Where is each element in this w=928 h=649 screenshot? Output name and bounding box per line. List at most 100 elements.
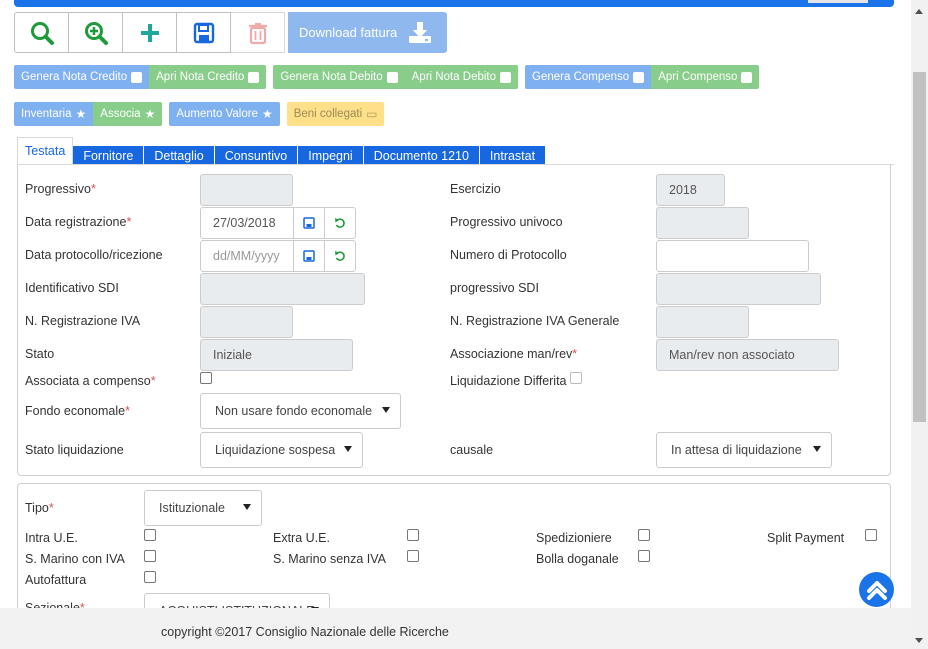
associa-button[interactable]: Associa ★ [93,102,163,126]
data-registrazione-field[interactable]: 27/03/2018 [200,207,294,239]
apri-compenso-button[interactable]: Apri Compenso [651,65,760,89]
s-marino-iva-checkbox[interactable] [144,550,156,562]
progressivo-sdi-field[interactable] [656,273,821,305]
button-label: Genera Nota Debito [280,71,383,83]
tab-consuntivo[interactable]: Consuntivo [214,146,299,165]
genera-compenso-button[interactable]: Genera Compenso [525,65,652,89]
genera-nota-credito-button[interactable]: Genera Nota Credito [14,65,150,89]
undo-icon [335,218,345,228]
stato-liquidazione-select[interactable]: Liquidazione sospesa [200,432,363,468]
n-registrazione-iva-label: N. Registrazione IVA [25,314,141,328]
scroll-up-arrow-icon[interactable] [915,9,923,14]
save-button[interactable] [176,12,231,53]
progressivo-label: Progressivo* [25,182,96,196]
save-icon [303,217,315,229]
plus-square-icon [386,71,398,83]
bolla-doganale-checkbox[interactable] [638,550,650,562]
split-payment-checkbox[interactable] [865,529,877,541]
tipo-select[interactable]: Istituzionale [144,490,262,526]
top-nav-bar [14,0,894,7]
liquidazione-differita-label: Liquidazione Differita [450,374,567,388]
apri-nota-credito-button[interactable]: Apri Nota Credito [149,65,267,89]
caret-down-icon [243,504,251,510]
tab-impegni[interactable]: Impegni [298,146,364,165]
external-link-icon [741,71,753,83]
plus-icon [140,23,159,42]
button-label: Aumento Valore [176,108,258,120]
scroll-down-arrow-icon[interactable] [915,638,923,643]
intra-ue-checkbox[interactable] [144,529,156,541]
zoom-in-icon [84,21,108,45]
button-label: Associa [100,108,141,120]
download-label: Download fattura [299,25,398,40]
caret-down-icon [382,407,390,413]
intra-ue-label: Intra U.E. [25,531,78,545]
beni-collegati-button[interactable]: Beni collegati ▭ [286,102,385,126]
reset-date-button[interactable] [324,240,356,272]
n-registrazione-iva-generale-field[interactable] [656,306,749,338]
apri-nota-debito-button[interactable]: Apri Nota Debito [404,65,519,89]
reset-date-button[interactable] [324,207,356,239]
select-value: Liquidazione sospesa [215,443,336,457]
select-value: Istituzionale [159,501,226,515]
progressivo-univoco-field[interactable] [656,207,749,239]
tab-testata[interactable]: Testata [17,137,74,165]
footer: copyright ©2017 Consiglio Nazionale dell… [0,608,911,649]
page-scrollbar[interactable] [911,0,928,649]
autofattura-label: Autofattura [25,573,87,587]
select-value: In attesa di liquidazione [671,443,802,457]
numero-protocollo-field[interactable] [656,240,809,272]
extra-ue-checkbox[interactable] [407,529,419,541]
genera-nota-debito-button[interactable]: Genera Nota Debito [273,65,405,89]
button-label: Inventaria [21,108,72,120]
calendar-save-button[interactable] [293,240,325,272]
inventaria-button[interactable]: Inventaria ★ [14,102,94,126]
progressivo-field[interactable] [200,174,293,206]
esercizio-field[interactable]: 2018 [656,174,725,206]
tab-intrastat[interactable]: Intrastat [479,146,547,165]
new-button[interactable] [122,12,177,53]
tab-fornitore[interactable]: Fornitore [73,146,145,165]
star-icon: ★ [75,107,87,121]
associazione-label: Associazione man/rev* [450,347,578,361]
data-protocollo-field[interactable]: dd/MM/yyyy [200,240,294,272]
split-payment-label: Split Payment [767,531,845,545]
stato-field[interactable]: Iniziale [200,339,353,371]
external-link-icon [500,71,512,83]
button-label: Genera Compenso [532,71,630,83]
identificativo-sdi-field[interactable] [200,273,365,305]
s-marino-senza-iva-checkbox[interactable] [407,550,419,562]
aumento-valore-button[interactable]: Aumento Valore ★ [169,102,280,126]
data-protocollo-label: Data protocollo/ricezione [25,248,163,262]
data-registrazione-label: Data registrazione* [25,215,132,229]
undo-icon [335,251,345,261]
search-button[interactable] [14,12,69,53]
identificativo-sdi-label: Identificativo SDI [25,281,119,295]
causale-select[interactable]: In attesa di liquidazione [656,432,832,468]
fondo-economale-select[interactable]: Non usare fondo economale [200,393,401,429]
stato-liquidazione-label: Stato liquidazione [25,443,124,457]
download-icon [409,21,432,43]
plus-square-icon [131,71,143,83]
spedizioniere-checkbox[interactable] [638,529,650,541]
autofattura-checkbox[interactable] [144,571,156,583]
zoom-search-button[interactable] [68,12,123,53]
n-registrazione-iva-field[interactable] [200,306,293,338]
stato-label: Stato [25,347,55,361]
button-label: Beni collegati [293,108,363,120]
actions-row-1: Genera Nota Credito Apri Nota Credito Ge… [14,65,766,89]
tab-dettaglio[interactable]: Dettaglio [144,146,215,165]
button-label: Apri Nota Debito [411,71,497,83]
numero-protocollo-label: Numero di Protocollo [450,248,567,262]
calendar-save-button[interactable] [293,207,325,239]
save-icon [303,250,315,262]
fondo-economale-label: Fondo economale* [25,404,130,418]
tab-documento-1210[interactable]: Documento 1210 [363,146,480,165]
liquidazione-differita-checkbox[interactable] [570,372,582,384]
delete-button[interactable] [230,12,285,53]
scroll-to-top-button[interactable] [859,572,894,607]
download-invoice-button[interactable]: Download fattura [288,12,447,53]
scrollbar-thumb[interactable] [913,72,926,422]
associazione-field[interactable]: Man/rev non associato [656,339,839,371]
associata-compenso-checkbox[interactable] [200,372,212,384]
